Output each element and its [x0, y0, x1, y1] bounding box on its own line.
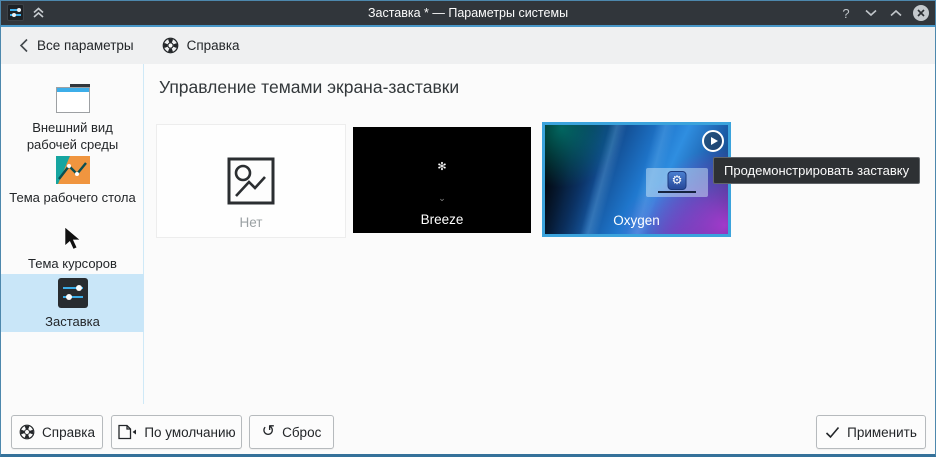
chevron-left-icon — [19, 38, 28, 53]
reset-button-label: Сброс — [282, 424, 322, 440]
desktop-theme-icon — [55, 156, 90, 184]
lock-screen-panel: ⚙ — [646, 168, 708, 197]
chevron-down-icon: ⌄ — [438, 193, 446, 203]
defaults-button-label: По умолчанию — [144, 424, 236, 440]
back-button-label: Все параметры — [37, 38, 134, 53]
test-screensaver-button[interactable] — [702, 130, 724, 152]
maximize-button[interactable] — [888, 5, 904, 21]
lock-screen-progress-bar — [658, 191, 696, 193]
breeze-clock-glyph: ✻ — [437, 161, 447, 173]
toolbar-help-button[interactable]: Справка — [156, 37, 246, 54]
help-button-label: Справка — [42, 424, 95, 440]
sidebar-item-screen-locker[interactable]: Заставка — [1, 274, 144, 332]
apply-button-label: Применить — [847, 424, 917, 440]
oxygen-wallpaper: ⚙ Oxygen — [545, 125, 728, 234]
checkmark-icon — [826, 426, 840, 438]
page-title: Управление темами экрана-заставки — [159, 77, 460, 97]
theme-name: Oxygen — [613, 213, 660, 228]
theme-name: Breeze — [420, 212, 464, 227]
play-icon — [710, 137, 718, 145]
back-all-settings-button[interactable]: Все параметры — [13, 38, 140, 53]
window-help-button[interactable]: ? — [838, 5, 854, 21]
sidebar-item-cursor-theme[interactable]: Тема курсоров — [1, 227, 144, 274]
main-content: Управление темами экрана-заставки Нет ✻ … — [145, 64, 935, 454]
toolbar-help-label: Справка — [186, 38, 240, 53]
sidebar: Внешний вид рабочей среды Тема рабочего … — [1, 64, 144, 404]
sidebar-item-label: Внешний вид рабочей среды — [26, 120, 119, 152]
document-revert-icon — [118, 424, 137, 440]
minimize-button[interactable] — [863, 5, 879, 21]
kde-logo-icon: ⚙ — [667, 171, 687, 190]
reset-button[interactable]: ↺ Сброс — [249, 415, 334, 449]
help-button[interactable]: Справка — [11, 415, 103, 449]
sidebar-item-label: Тема курсоров — [28, 256, 117, 271]
lifebuoy-help-icon — [162, 37, 178, 54]
sidebar-item-label: Заставка — [45, 314, 100, 329]
window-title: Заставка * — Параметры системы — [367, 6, 569, 20]
cursor-theme-icon — [63, 227, 81, 250]
image-placeholder-icon — [227, 157, 275, 205]
defaults-button[interactable]: По умолчанию — [111, 415, 242, 449]
titlebar[interactable]: Заставка * — Параметры системы ? — [1, 1, 935, 25]
theme-card-breeze[interactable]: ✻ ⌄ Breeze — [353, 127, 531, 233]
desktop-appearance-icon — [55, 84, 90, 113]
toolbar: Все параметры Справка — [1, 27, 935, 64]
theme-card-none[interactable]: Нет — [156, 124, 346, 238]
sidebar-item-desktop-theme[interactable]: Тема рабочего стола — [1, 156, 144, 228]
apply-button[interactable]: Применить — [816, 415, 926, 449]
tooltip: Продемонстрировать заставку — [713, 157, 921, 184]
theme-name: Нет — [239, 215, 263, 230]
undo-icon: ↺ — [261, 423, 276, 440]
lifebuoy-help-icon — [19, 424, 35, 440]
theme-card-oxygen-selected[interactable]: ⚙ Oxygen — [542, 122, 731, 237]
close-button[interactable] — [913, 5, 929, 21]
sidebar-item-workspace-appearance[interactable]: Внешний вид рабочей среды — [1, 84, 144, 158]
system-settings-window: Заставка * — Параметры системы ? Все пар… — [0, 0, 936, 457]
sidebar-item-label: Тема рабочего стола — [9, 190, 136, 205]
screen-locker-icon — [57, 278, 88, 308]
